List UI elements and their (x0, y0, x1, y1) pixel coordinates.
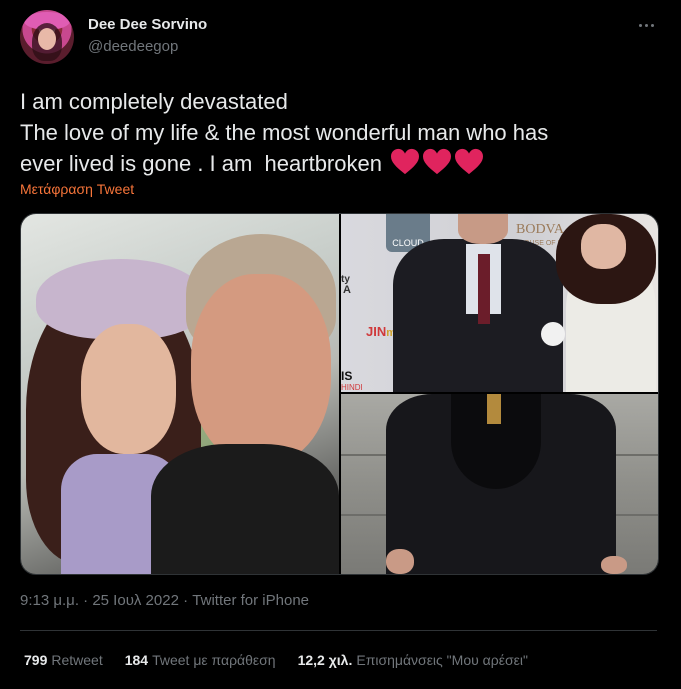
man-tie (478, 254, 490, 324)
meta-separator: · (183, 592, 189, 609)
sign-is: IS (341, 369, 353, 383)
man-head (458, 214, 508, 244)
hand (601, 556, 627, 574)
sign-hindi: HINDI (341, 383, 363, 392)
sign-jin-text: JIN (366, 324, 387, 339)
retweets-count: 799 (24, 652, 48, 668)
photo-man-in-coat[interactable] (341, 394, 658, 574)
timestamp-time[interactable]: 9:13 μ.μ. (20, 592, 79, 609)
media-grid: CLOUD BODVA HOUSE OF HO ty A JINmo IS HI… (20, 213, 659, 575)
tweet-source[interactable]: Twitter for iPhone (192, 592, 309, 609)
photo-red-carpet[interactable]: CLOUD BODVA HOUSE OF HO ty A JINmo IS HI… (341, 214, 658, 392)
tweet-text: I am completely devastated The love of m… (20, 86, 670, 179)
likes-stat[interactable]: 12,2 χιλ. Επισημάνσεις "Μου αρέσει" (298, 652, 528, 668)
translate-tweet-link[interactable]: Μετάφραση Tweet (20, 181, 134, 197)
tweet-line-with-emoji: ever lived is gone . I am heartbroken (20, 148, 670, 179)
timestamp-date[interactable]: 25 Ιουλ 2022 (92, 592, 179, 609)
tweet-timestamp: 9:13 μ.μ. · 25 Ιουλ 2022 · Twitter for i… (20, 592, 309, 609)
photo-couple-selfie[interactable] (21, 214, 339, 574)
quote-tweets-stat[interactable]: 184 Tweet με παράθεση (125, 652, 276, 668)
red-heart-icon (391, 148, 420, 175)
man-pocket-square (541, 322, 565, 346)
woman-face (81, 324, 176, 454)
likes-count: 12,2 χιλ. (297, 652, 353, 668)
retweets-stat[interactable]: 799 Retweet (24, 652, 103, 668)
divider (20, 630, 657, 631)
retweets-label: Retweet (51, 652, 103, 668)
tweet-line: ever lived is gone . I am heartbroken (20, 151, 382, 176)
meta-separator: · (83, 592, 89, 609)
likes-label: Επισημάνσεις "Μου αρέσει" (356, 652, 528, 668)
avatar-face (38, 28, 56, 50)
tweet-stats: 799 Retweet 184 Tweet με παράθεση 12,2 χιλ… (24, 652, 550, 668)
author-name[interactable]: Dee Dee Sorvino (88, 16, 207, 33)
red-heart-icon (423, 148, 452, 175)
author-handle[interactable]: @deedeegop (88, 38, 178, 55)
sign-ty-2: A (343, 284, 351, 296)
tweet-line: I am completely devastated (20, 89, 288, 114)
man-shirt (151, 444, 339, 574)
sign-bodva: BODVA (516, 222, 564, 237)
quotes-count: 184 (124, 652, 149, 668)
more-options-icon[interactable] (636, 16, 656, 34)
red-heart-icon (455, 148, 484, 175)
man-face (191, 274, 331, 464)
hand (386, 549, 414, 574)
avatar[interactable] (20, 10, 74, 64)
quotes-label: Tweet με παράθεση (152, 652, 276, 668)
tweet-line: The love of my life & the most wonderful… (20, 120, 549, 145)
tie (487, 394, 501, 424)
woman-face-2 (581, 224, 626, 269)
